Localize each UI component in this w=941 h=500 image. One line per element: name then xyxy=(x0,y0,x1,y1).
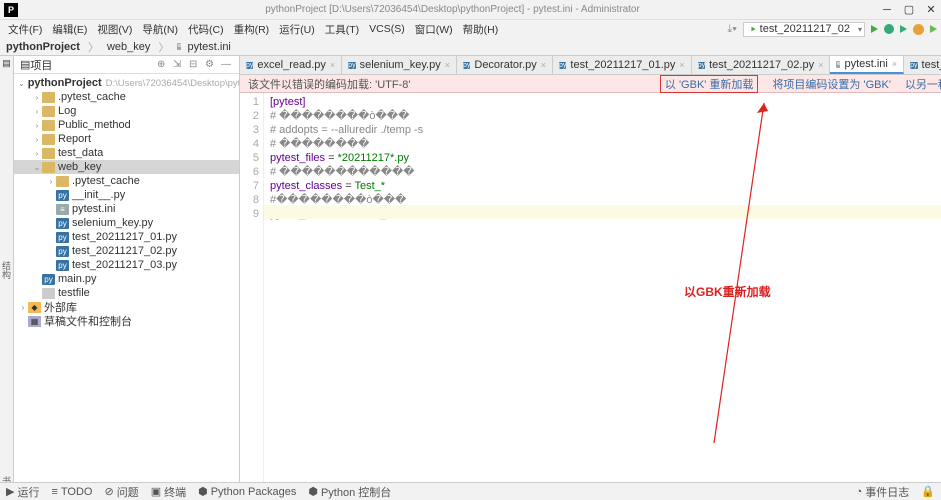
settings-icon[interactable]: ⚙ xyxy=(205,59,217,70)
menu-help[interactable]: 帮助(H) xyxy=(459,21,503,38)
crumb-folder[interactable]: web_key xyxy=(107,41,150,53)
select-opened-file-icon[interactable]: ⊕ xyxy=(157,59,169,70)
crumb-file[interactable]: pytest.ini xyxy=(187,41,230,53)
menu-window[interactable]: 窗口(W) xyxy=(411,21,457,38)
tool-packages[interactable]: ⬢ Python Packages xyxy=(198,485,296,498)
tab-t2[interactable]: pytest_20211217_02.py× xyxy=(692,56,831,74)
expand-all-icon[interactable]: ⇲ xyxy=(173,59,185,70)
menu-navigate[interactable]: 导航(N) xyxy=(138,21,182,38)
window-title: pythonProject [D:\Users\72036454\Desktop… xyxy=(24,4,881,15)
close-icon[interactable]: × xyxy=(330,60,335,70)
close-icon[interactable]: × xyxy=(892,59,897,69)
project-tool-icon[interactable]: ▤ xyxy=(2,58,11,69)
lock-icon[interactable]: 🔒 xyxy=(921,485,935,498)
menu-refactor[interactable]: 重构(R) xyxy=(230,21,274,38)
tab-t1[interactable]: pytest_20211217_01.py× xyxy=(553,56,692,74)
collapse-all-icon[interactable]: ⊟ xyxy=(189,59,201,70)
menu-view[interactable]: 视图(V) xyxy=(93,21,136,38)
menu-edit[interactable]: 编辑(E) xyxy=(48,21,91,38)
close-icon[interactable]: × xyxy=(445,60,450,70)
menu-vcs[interactable]: VCS(S) xyxy=(365,22,409,36)
tree-item[interactable]: pytest_20211217_02.py xyxy=(14,244,239,258)
left-gutter: ▤ 结构 书签 xyxy=(0,56,14,500)
annotation-text: 以GBK重新加载 xyxy=(684,283,771,300)
breadcrumb: pythonProject〉 web_key〉 ≡pytest.ini xyxy=(0,38,941,56)
structure-tool-label[interactable]: 结构 xyxy=(0,261,13,279)
tab-t3[interactable]: pytest_20211217_03.py× xyxy=(904,56,941,74)
run-with-coverage-button[interactable] xyxy=(900,25,907,33)
tab-decorator[interactable]: pyDecorator.py× xyxy=(457,56,553,74)
minimize-button[interactable]: ─ xyxy=(881,4,893,16)
hide-icon[interactable]: — xyxy=(221,59,233,70)
app-logo: P xyxy=(4,3,18,17)
tree-item[interactable]: ›.pytest_cache xyxy=(14,90,239,104)
menu-code[interactable]: 代码(C) xyxy=(184,21,228,38)
reload-other-encoding-link[interactable]: 以另一种编码重新加载 xyxy=(905,76,941,92)
tree-item[interactable]: ›Log xyxy=(14,104,239,118)
tree-item[interactable]: py__init__.py xyxy=(14,188,239,202)
tree-item[interactable]: pyselenium_key.py xyxy=(14,216,239,230)
tree-scratches[interactable]: ▦草稿文件和控制台 xyxy=(14,314,239,328)
close-icon[interactable]: × xyxy=(541,60,546,70)
run-config-select[interactable]: test_20211217_02 xyxy=(743,22,865,37)
tool-eventlog[interactable]: ◔ 事件日志 xyxy=(856,484,910,500)
tree-item[interactable]: testfile xyxy=(14,286,239,300)
tree-item[interactable]: ›.pytest_cache xyxy=(14,174,239,188)
sidebar-title: 项目 xyxy=(30,57,153,73)
banner-msg: 该文件以错误的编码加载: 'UTF-8' xyxy=(248,76,646,92)
tree-webkey[interactable]: ⌄web_key xyxy=(14,160,239,174)
crumb-root[interactable]: pythonProject xyxy=(6,41,80,53)
tree-item[interactable]: ›Report xyxy=(14,132,239,146)
tab-ini[interactable]: ≡pytest.ini× xyxy=(830,56,904,74)
tab-selenium[interactable]: pyselenium_key.py× xyxy=(342,56,457,74)
menu-tools[interactable]: 工具(T) xyxy=(321,21,363,38)
tool-todo[interactable]: ≡ TODO xyxy=(51,486,92,498)
build-icon[interactable]: ⤓▾ xyxy=(727,23,736,36)
tool-problems[interactable]: ⊘ 问题 xyxy=(104,484,138,500)
close-icon[interactable]: × xyxy=(818,60,823,70)
tool-terminal[interactable]: ▣ 终端 xyxy=(151,484,186,500)
close-icon[interactable]: × xyxy=(679,60,684,70)
menu-file[interactable]: 文件(F) xyxy=(4,21,46,38)
tool-run[interactable]: ▶ 运行 xyxy=(6,484,39,500)
stop-button[interactable] xyxy=(913,24,924,35)
editor-tabs: pyexcel_read.py× pyselenium_key.py× pyDe… xyxy=(240,56,941,75)
menubar: 文件(F) 编辑(E) 视图(V) 导航(N) 代码(C) 重构(R) 运行(U… xyxy=(0,20,941,38)
status-bar: ▶ 运行 ≡ TODO ⊘ 问题 ▣ 终端 ⬢ Python Packages … xyxy=(0,482,941,500)
line-gutter: 123456789 xyxy=(240,93,264,500)
tree-item[interactable]: pymain.py xyxy=(14,272,239,286)
tree-item[interactable]: ›Public_method xyxy=(14,118,239,132)
project-tree: ⌄pythonProjectD:\Users\72036454\Desktop\… xyxy=(14,74,239,500)
profile-button[interactable] xyxy=(930,25,937,33)
tree-root[interactable]: ⌄pythonProjectD:\Users\72036454\Desktop\… xyxy=(14,76,239,90)
tree-item[interactable]: pytest_20211217_03.py xyxy=(14,258,239,272)
close-button[interactable]: ✕ xyxy=(925,4,937,16)
run-button[interactable] xyxy=(871,25,878,33)
debug-button[interactable] xyxy=(884,24,894,34)
encoding-banner: 该文件以错误的编码加载: 'UTF-8' 以 'GBK' 重新加载 将项目编码设… xyxy=(240,75,941,93)
tab-excel[interactable]: pyexcel_read.py× xyxy=(240,56,342,74)
tree-item[interactable]: pytest_20211217_01.py xyxy=(14,230,239,244)
project-sidebar: ▤ 项目 ⊕ ⇲ ⊟ ⚙ — ⌄pythonProjectD:\Users\72… xyxy=(14,56,240,500)
tool-pyconsole[interactable]: ⬢ Python 控制台 xyxy=(308,484,391,500)
tree-item[interactable]: ≡pytest.ini xyxy=(14,202,239,216)
editor-area: pyexcel_read.py× pyselenium_key.py× pyDe… xyxy=(240,56,941,500)
maximize-button[interactable]: ▢ xyxy=(903,4,915,16)
tree-item[interactable]: ›test_data xyxy=(14,146,239,160)
code-editor[interactable]: 123456789 [pytest] # ��������ò��� # addo… xyxy=(240,93,941,500)
titlebar: P pythonProject [D:\Users\72036454\Deskt… xyxy=(0,0,941,20)
menu-run[interactable]: 运行(U) xyxy=(275,21,319,38)
set-project-encoding-link[interactable]: 将项目编码设置为 'GBK' xyxy=(772,76,891,92)
sidebar-title-icon: ▤ xyxy=(20,58,30,71)
tree-external[interactable]: ›◆外部库 xyxy=(14,300,239,314)
reload-gbk-link[interactable]: 以 'GBK' 重新加载 xyxy=(660,75,759,93)
code-source[interactable]: [pytest] # ��������ò��� # addopts = --al… xyxy=(264,93,941,500)
